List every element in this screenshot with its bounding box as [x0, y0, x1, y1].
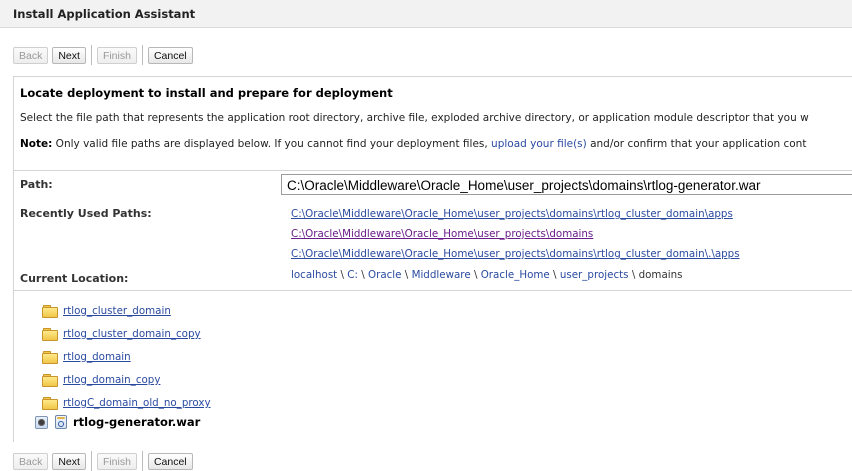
folder-name: rtlog_domain: [63, 351, 131, 363]
breadcrumb-current: domains: [638, 269, 683, 281]
breadcrumb-separator: \: [553, 269, 557, 281]
folder-icon: [42, 374, 58, 387]
folder-item[interactable]: rtlog_cluster_domain: [42, 302, 171, 320]
radio-selected-icon[interactable]: [35, 415, 48, 429]
locate-deployment-section: Locate deployment to install and prepare…: [13, 76, 852, 442]
folder-icon: [42, 397, 58, 410]
toolbar-separator: [90, 45, 92, 65]
breadcrumb-oracle-home[interactable]: Oracle_Home: [481, 269, 550, 281]
folder-icon: [42, 305, 58, 318]
current-location-label: Current Location:: [20, 272, 129, 285]
folder-name: rtlog_cluster_domain: [63, 305, 171, 317]
breadcrumb-separator: \: [404, 269, 409, 281]
folder-icon: [42, 351, 58, 364]
note-label: Note:: [20, 138, 53, 150]
war-file-item: rtlog-generator.war: [35, 413, 200, 431]
breadcrumb-c-drive[interactable]: C:: [347, 269, 358, 281]
breadcrumb: localhost \ C: \ Oracle \ Middleware \ O…: [291, 269, 683, 281]
folder-item[interactable]: rtlog_domain: [42, 348, 131, 366]
breadcrumb-separator: \: [473, 269, 478, 281]
breadcrumb-oracle[interactable]: Oracle: [368, 269, 402, 281]
folder-item[interactable]: rtlogC_domain_old_no_proxy: [42, 394, 211, 412]
note-text: Note: Only valid file paths are displaye…: [20, 138, 806, 150]
toolbar-separator: [90, 451, 92, 471]
section-heading: Locate deployment to install and prepare…: [20, 86, 393, 100]
upload-files-link[interactable]: upload your file(s): [491, 138, 587, 150]
divider: [14, 290, 852, 291]
war-file-name: rtlog-generator.war: [73, 415, 201, 429]
cancel-button[interactable]: Cancel: [147, 46, 193, 64]
war-file-icon: [55, 415, 67, 429]
toolbar-separator: [141, 45, 143, 65]
recent-path-link[interactable]: C:\Oracle\Middleware\Oracle_Home\user_pr…: [291, 248, 740, 260]
path-input[interactable]: [281, 174, 852, 195]
path-label: Path:: [20, 178, 53, 191]
folder-icon: [42, 328, 58, 341]
breadcrumb-separator: \: [340, 269, 344, 281]
recent-path-link[interactable]: C:\Oracle\Middleware\Oracle_Home\user_pr…: [291, 228, 593, 240]
cancel-button[interactable]: Cancel: [147, 452, 193, 470]
recent-paths-label: Recently Used Paths:: [20, 207, 152, 220]
folder-item[interactable]: rtlog_cluster_domain_copy: [42, 325, 201, 343]
note-text-before: Only valid file paths are displayed belo…: [52, 138, 492, 150]
breadcrumb-middleware[interactable]: Middleware: [412, 269, 471, 281]
page-title: Install Application Assistant: [0, 0, 852, 28]
back-button[interactable]: Back: [13, 452, 49, 470]
finish-button[interactable]: Finish: [96, 452, 137, 470]
toolbar-separator: [141, 451, 143, 471]
breadcrumb-localhost[interactable]: localhost: [291, 269, 337, 281]
breadcrumb-user-projects[interactable]: user_projects: [560, 269, 629, 281]
folder-name: rtlog_cluster_domain_copy: [63, 328, 201, 340]
note-text-after: and/or confirm that your application con…: [586, 138, 807, 150]
button-bar-bottom: Back Next Finish Cancel: [13, 451, 197, 471]
finish-button[interactable]: Finish: [96, 46, 137, 64]
folder-item[interactable]: rtlog_domain_copy: [42, 371, 160, 389]
divider: [14, 170, 852, 171]
next-button[interactable]: Next: [52, 46, 86, 64]
next-button[interactable]: Next: [52, 452, 86, 470]
folder-name: rtlog_domain_copy: [63, 374, 161, 386]
button-bar-top: Back Next Finish Cancel: [13, 45, 197, 65]
section-description: Select the file path that represents the…: [20, 112, 809, 124]
breadcrumb-separator: \: [631, 269, 636, 281]
breadcrumb-separator: \: [361, 269, 365, 281]
back-button[interactable]: Back: [13, 46, 49, 64]
recent-path-link[interactable]: C:\Oracle\Middleware\Oracle_Home\user_pr…: [291, 208, 733, 220]
folder-name: rtlogC_domain_old_no_proxy: [63, 397, 211, 409]
